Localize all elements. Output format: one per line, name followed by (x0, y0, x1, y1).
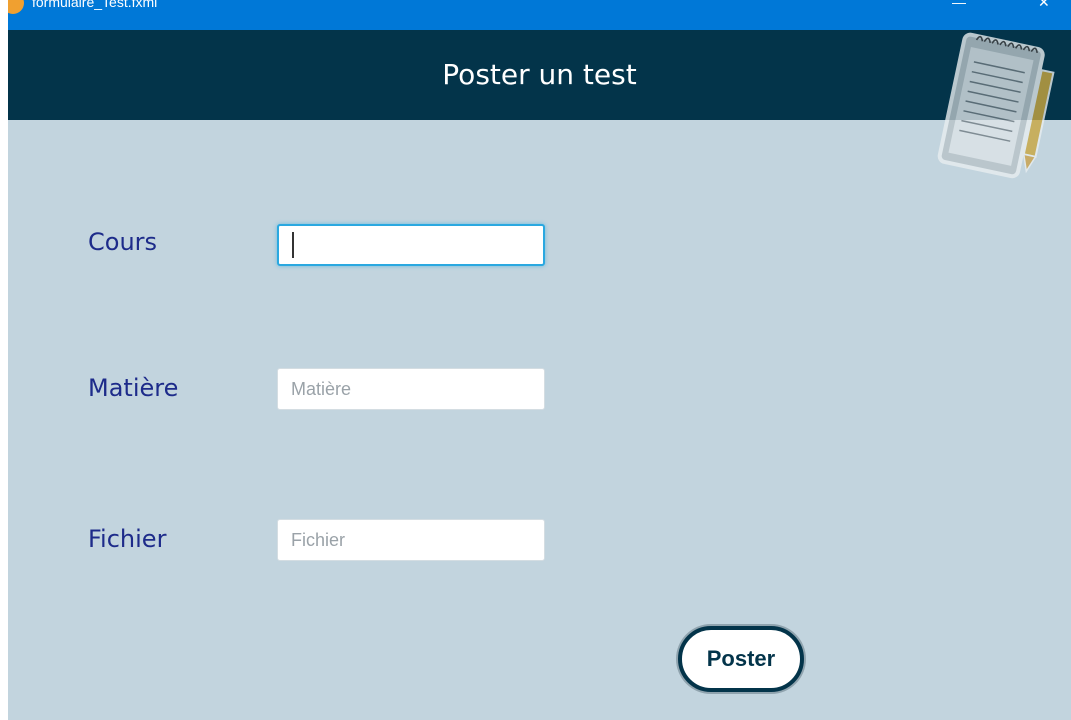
window-title: formulaire_Test.fxml (32, 0, 158, 10)
fichier-label: Fichier (88, 525, 167, 553)
window-titlebar[interactable]: formulaire_Test.fxml — ✕ (8, 0, 1071, 30)
matiere-label: Matière (88, 374, 179, 402)
java-app-icon (8, 0, 24, 14)
matiere-input[interactable] (277, 368, 545, 410)
page-title: Poster un test (442, 58, 637, 91)
minimize-button[interactable]: — (952, 0, 966, 10)
cours-label: Cours (88, 228, 158, 256)
text-caret (292, 232, 294, 258)
poster-button[interactable]: Poster (678, 626, 804, 692)
cours-input[interactable] (277, 224, 545, 266)
app-window: formulaire_Test.fxml — ✕ Poster un test (8, 0, 1071, 720)
close-button[interactable]: ✕ (1038, 0, 1050, 11)
page-header: Poster un test (8, 30, 1071, 120)
notepad-pencil-icon (937, 32, 1055, 179)
fichier-input[interactable] (277, 519, 545, 561)
